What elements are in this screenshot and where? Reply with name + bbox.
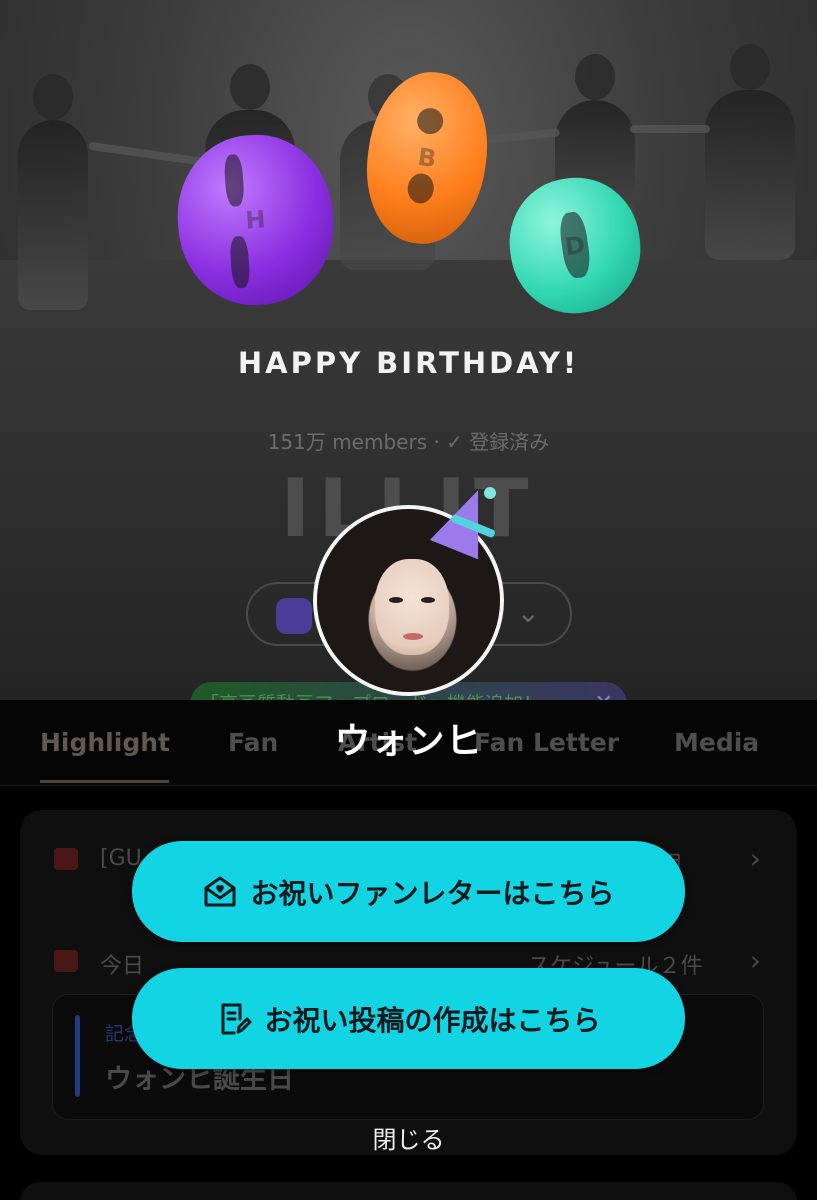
member-count: 151万 members · ✓ 登録済み	[267, 430, 550, 454]
happy-birthday-banner: HAPPY BIRTHDAY!	[237, 346, 580, 380]
arm-line	[630, 125, 710, 133]
today-label: 今日	[100, 954, 145, 979]
group-member-figure	[18, 74, 88, 310]
next-card	[20, 1182, 797, 1200]
create-post-button[interactable]: お祝い投稿の作成はこちら	[132, 968, 685, 1069]
arm-line	[88, 141, 208, 167]
announcement-text[interactable]: [GU	[100, 846, 142, 871]
fan-letter-button-label: お祝いファンレターはこちら	[250, 876, 615, 910]
megaphone-icon	[54, 848, 78, 870]
schedule-accent-bar	[75, 1015, 80, 1097]
fan-letter-button[interactable]: お祝いファンレターはこちら	[132, 841, 685, 942]
letter-heart-icon	[202, 874, 238, 910]
active-tab-indicator	[40, 780, 169, 783]
close-popup-link[interactable]: 閉じる	[0, 1120, 817, 1155]
party-hat-pompom	[484, 487, 496, 499]
calendar-icon	[54, 950, 78, 972]
chevron-down-icon: ⌄	[516, 596, 540, 629]
group-member-figure	[705, 44, 795, 260]
chevron-right-icon[interactable]: ›	[750, 944, 761, 977]
create-post-button-label: お祝い投稿の作成はこちら	[264, 1003, 601, 1037]
document-edit-icon	[216, 1001, 252, 1037]
weverse-logo-icon	[276, 598, 312, 634]
member-name: ウォンヒ	[334, 721, 483, 762]
chevron-right-icon[interactable]: ›	[750, 842, 761, 875]
